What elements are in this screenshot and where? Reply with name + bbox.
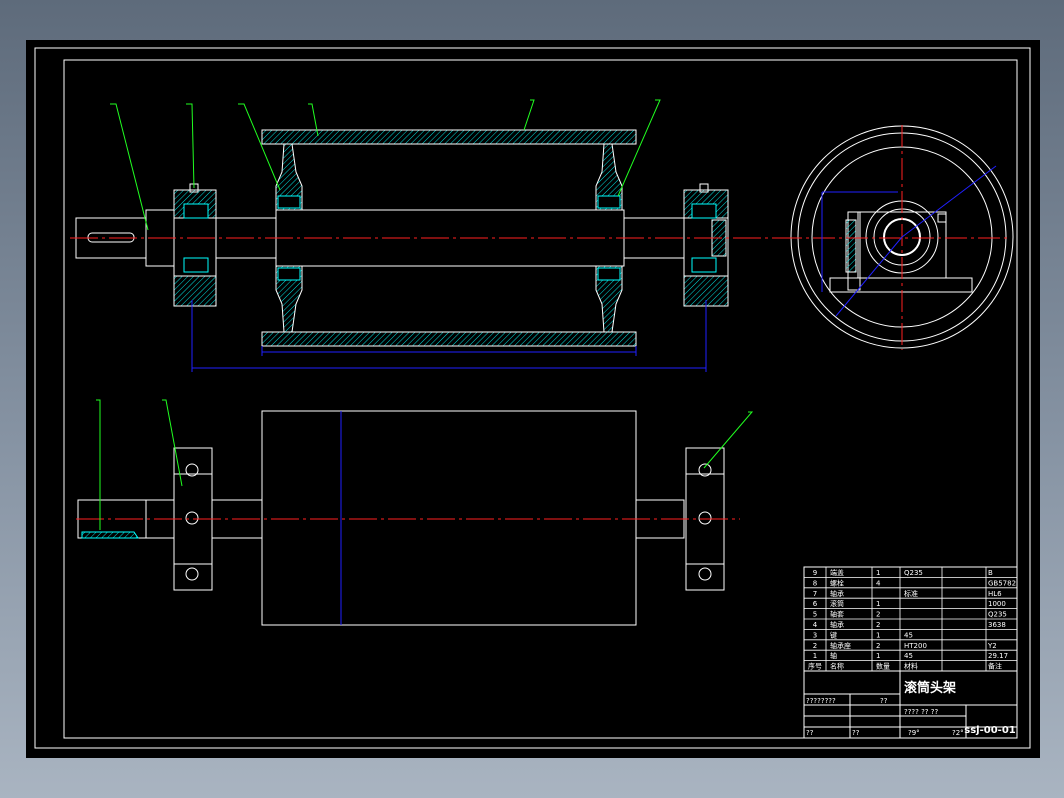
bom-cell-name: 轴承 (830, 589, 844, 598)
title-block: 9 端盖 1 Q235 B 8 螺栓 4 GB5782 7 轴承 标准 HL6 6 滚筒 1 1000 5 轴套 2 Q… (803, 566, 1018, 739)
bom-cell-qty: 2 (876, 621, 880, 629)
bom-cell-mat: 标准 (904, 589, 918, 598)
bom-cell-qty: 2 (876, 642, 880, 650)
bom-cell-no: 4 (813, 621, 818, 629)
bom-cell-mat: 45 (904, 631, 913, 639)
side-view (780, 125, 1014, 350)
bom-cell-no: 2 (813, 642, 817, 650)
sub-row3: ?9° (908, 729, 920, 737)
bom-cell-rem: 29.17 (988, 652, 1008, 660)
bom-cell-qty: 1 (876, 569, 880, 577)
bom-cell-name: 端盖 (830, 568, 844, 577)
section-view (70, 99, 780, 372)
bom-cell-name: 轴套 (830, 610, 844, 619)
bom-cell-rem: GB5782 (988, 579, 1016, 587)
drawing-number: ssj-00-01 (964, 725, 1016, 736)
drawing-title: 滚筒头架 (904, 680, 956, 696)
sub-row3b: ?2° (952, 729, 964, 737)
drum-shell-top (261, 129, 637, 145)
bom-cell-no: 6 (813, 600, 818, 608)
inner-frame (63, 59, 1018, 739)
sub-row2: ???? ?? ?? (904, 708, 938, 716)
bom-cell-mat: 材料 (904, 662, 918, 671)
bom-cell-qty: 1 (876, 631, 880, 639)
drum-shell-bottom (261, 331, 637, 347)
bom-cell-name: 滚筒 (830, 599, 844, 608)
sub-mid: ?? (880, 697, 888, 705)
bom-cell-rem: 备注 (988, 662, 1002, 671)
bom-cell-rem: Q235 (988, 611, 1007, 619)
bom-cell-rem: Y2 (987, 642, 997, 650)
outer-frame (34, 47, 1031, 749)
bom-cell-no: 序号 (808, 662, 822, 671)
bom-cell-qty: 1 (876, 652, 880, 660)
sub-row4: ?? (806, 729, 814, 737)
bom-cell-name: 轴承 (830, 620, 844, 629)
cad-viewport[interactable]: 9 端盖 1 Q235 B 8 螺栓 4 GB5782 7 轴承 标准 HL6 6 滚筒 1 1000 5 轴套 2 Q… (26, 40, 1040, 758)
bom-cell-mat: HT200 (904, 642, 927, 650)
bom-cell-no: 9 (813, 569, 817, 577)
bom-cell-no: 3 (813, 631, 817, 639)
bom-cell-rem: 3638 (988, 621, 1006, 629)
drum-top-view (261, 410, 637, 626)
bom-cell-qty: 数量 (876, 662, 890, 671)
bom-cell-rem: HL6 (988, 590, 1002, 598)
sub-left: ???????? (806, 697, 836, 705)
bom-cell-mat: 45 (904, 652, 913, 660)
bom-cell-no: 5 (813, 611, 817, 619)
bom-cell-rem: B (988, 569, 993, 577)
bom-cell-qty: 1 (876, 600, 880, 608)
bom-cell-name: 轴 (830, 651, 837, 660)
bom-cell-qty: 2 (876, 611, 880, 619)
bom-cell-no: 1 (813, 652, 817, 660)
top-view (76, 399, 754, 626)
bom-cell-name: 键 (830, 630, 837, 639)
bom-cell-no: 7 (813, 590, 817, 598)
bom-cell-name: 名称 (830, 662, 844, 671)
bom-cell-name: 轴承座 (830, 641, 851, 650)
bom-cell-qty: 4 (876, 579, 881, 587)
bom-cell-name: 螺栓 (830, 578, 844, 587)
cad-drawing: 9 端盖 1 Q235 B 8 螺栓 4 GB5782 7 轴承 标准 HL6 6 滚筒 1 1000 5 轴套 2 Q… (34, 47, 1031, 749)
bom-cell-no: 8 (813, 579, 817, 587)
bom-cell-mat: Q235 (904, 569, 923, 577)
sub-row4b: ?? (852, 729, 860, 737)
bom-cell-rem: 1000 (988, 600, 1006, 608)
